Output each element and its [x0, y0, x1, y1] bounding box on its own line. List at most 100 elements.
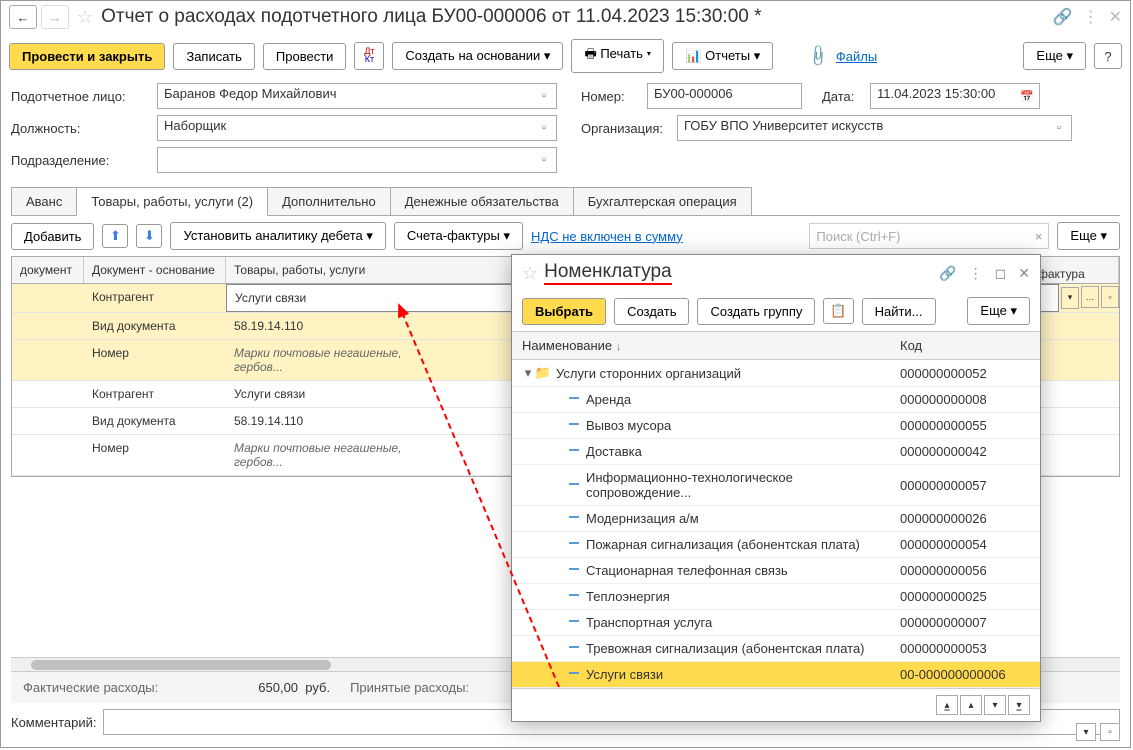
- tree-item-row[interactable]: Транспортная услуга000000000007: [512, 610, 1040, 636]
- select-icon[interactable]: ▫: [1049, 118, 1069, 138]
- tree-item-row[interactable]: Доставка000000000042: [512, 439, 1040, 465]
- submit-button[interactable]: Провести: [263, 43, 347, 70]
- forward-button[interactable]: →: [41, 5, 69, 29]
- tree-item-row[interactable]: Теплоэнергия000000000025: [512, 584, 1040, 610]
- cell-dropdown-icon[interactable]: ▾: [1061, 287, 1079, 309]
- tab-accounting[interactable]: Бухгалтерская операция: [573, 187, 752, 215]
- calendar-icon[interactable]: 📅: [1017, 86, 1037, 106]
- position-input[interactable]: Наборщик ▫: [157, 115, 557, 141]
- page-up-button[interactable]: ▴: [960, 695, 982, 715]
- save-button[interactable]: Записать: [173, 43, 255, 70]
- print-button[interactable]: 🖶 Печать ▾: [571, 39, 664, 73]
- tree-folder-row[interactable]: ▾📁Услуги сторонних организаций0000000000…: [512, 360, 1040, 387]
- item-icon: [569, 672, 579, 674]
- page-first-button[interactable]: ▴̲: [936, 695, 958, 715]
- clear-search-icon[interactable]: ×: [1035, 229, 1043, 244]
- sort-icon: ↓: [616, 341, 622, 353]
- select-icon[interactable]: ▫: [534, 86, 554, 106]
- item-icon: [569, 620, 579, 622]
- popup-title: Номенклатура: [544, 261, 672, 285]
- corner-btn-1[interactable]: ▾: [1076, 723, 1096, 741]
- cell-basis: Контрагент: [84, 381, 226, 407]
- select-icon[interactable]: ▫: [534, 118, 554, 138]
- back-button[interactable]: ←: [9, 5, 37, 29]
- cell-goods: Марки почтовые негашеные, гербов...: [226, 340, 426, 380]
- popup-close-icon[interactable]: ✕: [1018, 265, 1030, 282]
- attachment-icon[interactable]: 📎: [806, 43, 832, 69]
- popup-more-button[interactable]: Еще ▾: [967, 297, 1030, 325]
- person-label: Подотчетное лицо:: [11, 89, 151, 104]
- vat-link[interactable]: НДС не включен в сумму: [531, 229, 683, 244]
- popup-maximize-icon[interactable]: ◻: [995, 265, 1007, 282]
- tree-item-row[interactable]: Тревожная сигнализация (абонентская плат…: [512, 636, 1040, 662]
- dept-label: Подразделение:: [11, 153, 151, 168]
- search-input[interactable]: Поиск (Ctrl+F) ×: [809, 223, 1049, 249]
- create-based-button[interactable]: Создать на основании ▾: [392, 42, 563, 70]
- number-label: Номер:: [581, 89, 641, 104]
- link-icon[interactable]: 🔗: [1053, 7, 1073, 27]
- person-input[interactable]: Баранов Федор Михайлович ▫: [157, 83, 557, 109]
- date-input[interactable]: 11.04.2023 15:30:00 📅: [870, 83, 1040, 109]
- corner-btn-2[interactable]: ▫: [1100, 723, 1120, 741]
- tree-item-row[interactable]: Вывоз мусора000000000055: [512, 413, 1040, 439]
- tree-collapse-icon[interactable]: ▾: [522, 365, 534, 381]
- tab-goods[interactable]: Товары, работы, услуги (2): [76, 187, 268, 216]
- tree-item-row[interactable]: Пожарная сигнализация (абонентская плата…: [512, 532, 1040, 558]
- add-button[interactable]: Добавить: [11, 223, 94, 250]
- reports-button[interactable]: 📊 Отчеты ▾: [672, 42, 773, 70]
- item-icon: [569, 397, 579, 399]
- th-document[interactable]: документ: [12, 257, 84, 283]
- position-label: Должность:: [11, 121, 151, 136]
- move-up-button[interactable]: ⬆: [102, 224, 128, 248]
- popup-select-button[interactable]: Выбрать: [522, 298, 606, 325]
- tree-item-row[interactable]: Аренда000000000008: [512, 387, 1040, 413]
- menu-icon[interactable]: ⋮: [1083, 7, 1099, 27]
- cell-open-icon[interactable]: ▫: [1101, 286, 1119, 308]
- help-button[interactable]: ?: [1094, 43, 1122, 69]
- popup-find-button[interactable]: Найти...: [862, 298, 936, 325]
- tree-item-row[interactable]: Информационно-технологическое сопровожде…: [512, 465, 1040, 506]
- cell-goods: Услуги связи: [226, 381, 426, 407]
- popup-link-icon[interactable]: 🔗: [939, 265, 956, 282]
- dept-input[interactable]: ▫: [157, 147, 557, 173]
- item-icon: [569, 542, 579, 544]
- move-down-button[interactable]: ⬇: [136, 224, 162, 248]
- tab-additional[interactable]: Дополнительно: [267, 187, 391, 215]
- tab-advance[interactable]: Аванс: [11, 187, 77, 215]
- more-button[interactable]: Еще ▾: [1023, 42, 1086, 70]
- submit-close-button[interactable]: Провести и закрыть: [9, 43, 165, 70]
- org-input[interactable]: ГОБУ ВПО Университет искусств ▫: [677, 115, 1072, 141]
- item-icon: [569, 646, 579, 648]
- popup-create-button[interactable]: Создать: [614, 298, 689, 325]
- popup-create-group-button[interactable]: Создать группу: [697, 298, 815, 325]
- item-icon: [569, 483, 579, 485]
- favorite-icon[interactable]: ☆: [77, 7, 93, 28]
- page-last-button[interactable]: ▾̲: [1008, 695, 1030, 715]
- th-basis[interactable]: Документ - основание: [84, 257, 226, 283]
- tree-item-row[interactable]: Модернизация а/м000000000026: [512, 506, 1040, 532]
- select-icon[interactable]: ▫: [534, 150, 554, 170]
- number-input[interactable]: БУ00-000006: [647, 83, 802, 109]
- tree-item-row[interactable]: Услуги связи00-000000000006: [512, 662, 1040, 688]
- tree-item-row[interactable]: Стационарная телефонная связь00000000005…: [512, 558, 1040, 584]
- cell-goods: 58.19.14.110: [226, 408, 426, 434]
- item-icon: [569, 449, 579, 451]
- set-debit-button[interactable]: Установить аналитику дебета ▾: [170, 222, 385, 250]
- nomenclature-popup: ☆ Номенклатура 🔗 ⋮ ◻ ✕ Выбрать Создать С…: [511, 254, 1041, 722]
- close-window-icon[interactable]: ✕: [1109, 7, 1122, 27]
- files-link[interactable]: Файлы: [836, 49, 877, 64]
- item-icon: [569, 594, 579, 596]
- invoices-button[interactable]: Счета-фактуры ▾: [394, 222, 523, 250]
- sub-more-button[interactable]: Еще ▾: [1057, 222, 1120, 250]
- cell-basis: Контрагент: [84, 284, 226, 312]
- debit-credit-button[interactable]: ДтКт: [354, 42, 384, 70]
- popup-menu-icon[interactable]: ⋮: [969, 265, 983, 282]
- popup-th-code[interactable]: Код: [900, 338, 1030, 353]
- popup-refresh-button[interactable]: 📋: [823, 298, 853, 324]
- tab-money[interactable]: Денежные обязательства: [390, 187, 574, 215]
- popup-th-name[interactable]: Наименование ↓: [522, 338, 900, 353]
- th-invoice[interactable]: фактура: [1034, 263, 1118, 285]
- popup-favorite-icon[interactable]: ☆: [522, 263, 538, 284]
- page-down-button[interactable]: ▾: [984, 695, 1006, 715]
- cell-more-icon[interactable]: …: [1081, 286, 1099, 308]
